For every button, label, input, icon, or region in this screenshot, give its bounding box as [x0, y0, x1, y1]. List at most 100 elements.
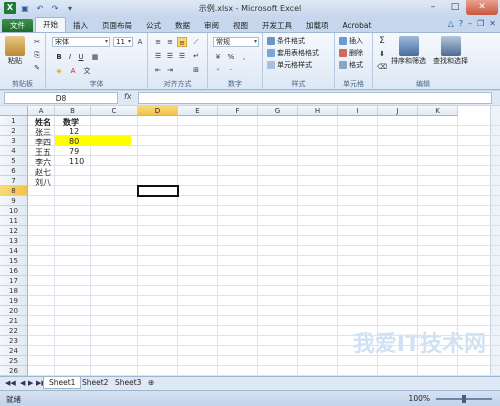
active-cell-selection[interactable]: [137, 185, 179, 197]
row-header-24[interactable]: 24: [0, 346, 28, 356]
font-size-select[interactable]: 11: [113, 37, 133, 47]
tab-home[interactable]: 开始: [35, 17, 66, 32]
grow-font-icon[interactable]: A: [135, 37, 145, 47]
tab-view[interactable]: 视图: [226, 19, 255, 32]
clear-icon[interactable]: ⌫: [377, 62, 387, 72]
find-select-button[interactable]: 查找和选择: [433, 36, 468, 66]
insert-button[interactable]: 插入: [339, 36, 363, 46]
next-sheet-icon[interactable]: ▶: [28, 379, 33, 387]
format-as-table-button[interactable]: 套用表格格式: [267, 48, 319, 58]
row-header-2[interactable]: 2: [0, 126, 28, 136]
italic-icon[interactable]: I: [65, 52, 75, 62]
tab-insert[interactable]: 插入: [66, 19, 95, 32]
sheet-tab-sheet1[interactable]: Sheet1: [43, 377, 82, 389]
fill-color-icon[interactable]: ◈: [54, 66, 64, 76]
first-sheet-icon[interactable]: ◀◀: [5, 379, 16, 387]
tab-review[interactable]: 审阅: [197, 19, 226, 32]
column-header-d[interactable]: D: [138, 106, 178, 116]
delete-button[interactable]: 删除: [339, 48, 363, 58]
align-bottom-icon[interactable]: ≡: [177, 37, 187, 47]
conditional-formatting-button[interactable]: 条件格式: [267, 36, 305, 46]
underline-icon[interactable]: U: [76, 52, 86, 62]
cell-a7[interactable]: 刘八: [35, 177, 51, 188]
sheet-tab-sheet3[interactable]: Sheet3: [110, 377, 146, 389]
window-close-icon[interactable]: ✕: [489, 19, 496, 28]
select-all-corner[interactable]: [0, 106, 28, 116]
maximize-button[interactable]: □: [444, 0, 466, 15]
row-header-9[interactable]: 9: [0, 196, 28, 206]
cell-b3[interactable]: 80: [69, 137, 79, 146]
prev-sheet-icon[interactable]: ◀: [20, 379, 25, 387]
minimize-ribbon-icon[interactable]: △: [448, 19, 454, 28]
row-header-22[interactable]: 22: [0, 326, 28, 336]
cell-styles-button[interactable]: 单元格样式: [267, 60, 312, 70]
row-header-12[interactable]: 12: [0, 226, 28, 236]
row-header-26[interactable]: 26: [0, 366, 28, 376]
row-header-25[interactable]: 25: [0, 356, 28, 366]
merge-center-icon[interactable]: ⊞: [191, 65, 201, 75]
comma-icon[interactable]: ,: [239, 52, 249, 62]
tab-data[interactable]: 数据: [168, 19, 197, 32]
fill-icon[interactable]: ⬇: [377, 49, 387, 59]
format-button[interactable]: 格式: [339, 60, 363, 70]
column-header-b[interactable]: B: [55, 106, 91, 116]
zoom-slider[interactable]: [436, 395, 492, 403]
name-box[interactable]: D8: [4, 92, 118, 104]
row-header-23[interactable]: 23: [0, 336, 28, 346]
borders-icon[interactable]: ▦: [90, 52, 100, 62]
column-header-j[interactable]: J: [378, 106, 418, 116]
tab-page-layout[interactable]: 页面布局: [95, 19, 139, 32]
sort-filter-button[interactable]: 排序和筛选: [391, 36, 426, 66]
orientation-icon[interactable]: ⟋: [191, 37, 201, 47]
row-header-8[interactable]: 8: [0, 186, 28, 196]
help-icon[interactable]: ?: [459, 19, 463, 28]
number-format-select[interactable]: 常规: [213, 37, 259, 47]
cut-icon[interactable]: ✂: [32, 37, 42, 47]
tab-formulas[interactable]: 公式: [139, 19, 168, 32]
align-top-icon[interactable]: ≡: [153, 37, 163, 47]
row-header-10[interactable]: 10: [0, 206, 28, 216]
decrease-decimal-icon[interactable]: ⁻: [226, 66, 236, 76]
column-header-e[interactable]: E: [178, 106, 218, 116]
column-header-i[interactable]: I: [338, 106, 378, 116]
decrease-indent-icon[interactable]: ⇤: [153, 65, 163, 75]
zoom-level[interactable]: 100%: [409, 394, 430, 403]
tab-addins[interactable]: 加载项: [299, 19, 336, 32]
autosum-icon[interactable]: Σ: [377, 36, 387, 46]
minimize-button[interactable]: –: [422, 0, 444, 15]
tab-acrobat[interactable]: Acrobat: [336, 19, 379, 32]
paste-button[interactable]: 粘贴: [5, 36, 25, 66]
increase-indent-icon[interactable]: ⇥: [165, 65, 175, 75]
bold-icon[interactable]: B: [54, 52, 64, 62]
worksheet-grid[interactable]: 我爱IT技术网 A B C D E F G H I J K 1 2 3 4 5 6 7 8 9 10 11 12 13 14 15…: [0, 106, 500, 376]
close-button[interactable]: ✕: [466, 0, 498, 15]
row-header-13[interactable]: 13: [0, 236, 28, 246]
align-center-icon[interactable]: ☰: [165, 51, 175, 61]
row-header-5[interactable]: 5: [0, 156, 28, 166]
tab-developer[interactable]: 开发工具: [255, 19, 299, 32]
window-minimize-icon[interactable]: –: [468, 19, 472, 28]
row-header-11[interactable]: 11: [0, 216, 28, 226]
percent-icon[interactable]: %: [226, 52, 236, 62]
column-header-a[interactable]: A: [28, 106, 55, 116]
row-header-14[interactable]: 14: [0, 246, 28, 256]
row-header-1[interactable]: 1: [0, 116, 28, 126]
format-painter-icon[interactable]: ✎: [32, 63, 42, 73]
window-restore-icon[interactable]: ❐: [477, 19, 484, 28]
row-header-7[interactable]: 7: [0, 176, 28, 186]
row-header-21[interactable]: 21: [0, 316, 28, 326]
font-name-select[interactable]: 宋体: [52, 37, 110, 47]
row-header-15[interactable]: 15: [0, 256, 28, 266]
currency-icon[interactable]: ¥: [213, 52, 223, 62]
column-header-c[interactable]: C: [91, 106, 138, 116]
column-header-g[interactable]: G: [258, 106, 298, 116]
column-header-k[interactable]: K: [418, 106, 458, 116]
row-header-16[interactable]: 16: [0, 266, 28, 276]
row-header-20[interactable]: 20: [0, 306, 28, 316]
align-right-icon[interactable]: ☰: [177, 51, 187, 61]
increase-decimal-icon[interactable]: ⁺: [213, 66, 223, 76]
wrap-text-icon[interactable]: ↵: [191, 51, 201, 61]
sheet-tab-sheet2[interactable]: Sheet2: [77, 377, 113, 389]
row-header-18[interactable]: 18: [0, 286, 28, 296]
row-header-6[interactable]: 6: [0, 166, 28, 176]
